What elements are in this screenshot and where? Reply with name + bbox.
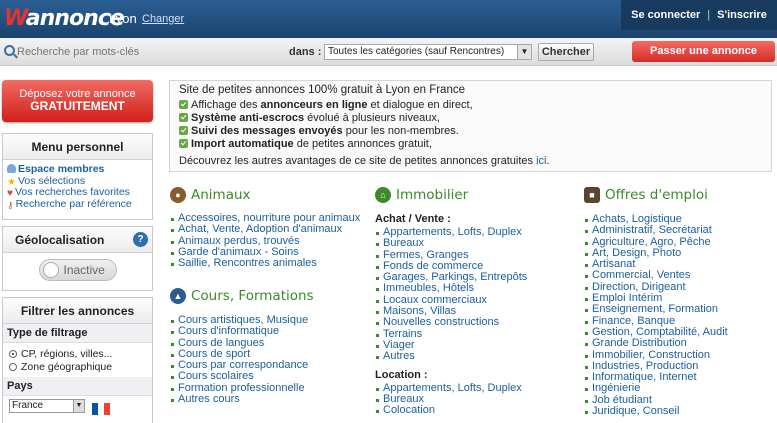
check-icon — [179, 113, 188, 122]
category-select[interactable]: Toutes les catégories (sauf Rencontres) … — [324, 44, 532, 60]
change-city-link[interactable]: Changer — [142, 13, 184, 25]
toggle-knob — [42, 262, 59, 278]
category-select-value: Toutes les catégories (sauf Rencontres) — [328, 46, 505, 57]
signup-link[interactable]: S'inscrire — [717, 9, 767, 21]
intro-item: Import automatique de petites annonces g… — [179, 138, 771, 151]
filter-option-cp[interactable]: CP, régions, villes... — [3, 346, 152, 360]
deposit-ad-line2: GRATUITEMENT — [30, 99, 125, 113]
current-city: Lyon — [109, 11, 137, 26]
search-button[interactable]: Chercher — [538, 43, 594, 61]
post-ad-button[interactable]: Passer une annonce gratuite — [632, 41, 775, 78]
radio-button[interactable] — [9, 350, 17, 358]
user-icon — [7, 164, 16, 173]
top-bar: Wannonce Lyon Changer Se connecter | S'i… — [0, 0, 777, 38]
list-item[interactable]: Autres — [375, 350, 565, 362]
geolocation-box: Géolocalisation ? Inactive — [2, 226, 153, 291]
check-icon — [179, 100, 188, 109]
chevron-down-icon: ▼ — [517, 45, 531, 59]
country-row: France ▼ — [3, 399, 152, 419]
check-icon — [179, 126, 188, 135]
intro-box: Site de petites annonces 100% gratuit à … — [169, 80, 772, 172]
radio-button[interactable] — [9, 363, 17, 371]
list-item[interactable]: Autres cours — [170, 393, 360, 405]
emploi-list: Achats, Logistique Administratif, Secrét… — [584, 213, 774, 417]
list-item[interactable]: Saillie, Rencontres animales — [170, 257, 360, 269]
category-title-immobilier[interactable]: Immobilier — [396, 187, 468, 203]
immobilier-rent-list: Appartements, Lofts, Duplex Bureaux Colo… — [375, 382, 565, 417]
menu-item-members[interactable]: Espace membres — [7, 164, 152, 175]
personal-menu: Menu personnel Espace membres ★ Vos sélec… — [2, 133, 153, 220]
cours-list: Cours artistiques, Musique Cours d'infor… — [170, 314, 360, 405]
geolocation-header: Géolocalisation ? — [3, 227, 152, 253]
geolocation-toggle[interactable]: Inactive — [38, 259, 117, 281]
list-item[interactable]: Colocation — [375, 404, 565, 416]
category-cours: ▲ Cours, Formations Cours artistiques, M… — [170, 286, 360, 405]
search-icon — [4, 45, 15, 56]
toggle-label: Inactive — [63, 263, 105, 277]
intro-item: Affichage des annonceurs en ligne et dia… — [179, 99, 771, 112]
account-links: Se connecter | S'inscrire — [621, 0, 777, 30]
paw-icon: ● — [170, 187, 186, 203]
check-icon — [179, 139, 188, 148]
site-logo[interactable]: Wannonce — [4, 6, 125, 31]
filter-type-label: Type de filtrage — [3, 324, 152, 343]
animaux-list: Accessoires, nourriture pour animaux Ach… — [170, 212, 360, 269]
france-flag-icon — [92, 403, 110, 415]
category-title-emploi[interactable]: Offres d'emploi — [605, 187, 708, 203]
category-immobilier: ⌂ Immobilier Achat / Vente : Appartement… — [375, 185, 565, 416]
list-item[interactable]: Achat, Vente, Adoption d'animaux — [170, 223, 360, 235]
immobilier-subhead-rent: Location : — [375, 368, 428, 381]
chevron-down-icon: ▼ — [73, 400, 84, 412]
category-title-cours[interactable]: Cours, Formations — [191, 288, 314, 304]
login-link[interactable]: Se connecter — [631, 9, 700, 21]
immobilier-subhead-sale: Achat / Vente : — [375, 213, 451, 225]
list-item[interactable]: Administratif, Secrétariat — [584, 224, 774, 236]
key-icon: ⚷ — [7, 199, 14, 210]
country-label: Pays — [3, 377, 152, 396]
category-title-animaux[interactable]: Animaux — [191, 187, 251, 203]
country-value: France — [12, 400, 44, 411]
personal-menu-title: Menu personnel — [3, 134, 152, 160]
list-item[interactable]: Cours d'informatique — [170, 325, 360, 337]
intro-more-link[interactable]: ici — [536, 155, 546, 167]
category-label: dans : — [289, 46, 322, 58]
house-icon: ⌂ — [375, 187, 391, 203]
help-icon[interactable]: ? — [133, 232, 148, 247]
menu-item-selections[interactable]: ★ Vos sélections — [7, 175, 152, 188]
list-item[interactable]: Bureaux — [375, 237, 565, 249]
intro-item: Système anti-escrocs évolué à plusieurs … — [179, 112, 771, 125]
filter-option-zone[interactable]: Zone géographique — [3, 359, 152, 373]
geolocation-title: Géolocalisation — [15, 233, 105, 247]
immobilier-sale-list: Appartements, Lofts, Duplex Bureaux Ferm… — [375, 226, 565, 363]
intro-title: Site de petites annonces 100% gratuit à … — [179, 84, 465, 96]
category-animaux: ● Animaux Accessoires, nourriture pour a… — [170, 185, 360, 269]
list-item[interactable]: Nouvelles constructions — [375, 317, 565, 328]
filter-title: Filtrer les annonces — [3, 298, 152, 324]
deposit-ad-button[interactable]: Déposez votre annonce GRATUITEMENT — [2, 80, 153, 122]
filter-box: Filtrer les annonces Type de filtrage CP… — [2, 297, 153, 423]
graduation-cap-icon: ▲ — [170, 288, 186, 304]
intro-footer: Découvrez les autres avantages de ce sit… — [179, 155, 550, 167]
list-item[interactable]: Enseignement, Formation — [584, 304, 774, 315]
search-input[interactable] — [17, 43, 279, 61]
list-item[interactable]: Juridique, Conseil — [584, 405, 774, 417]
country-select[interactable]: France ▼ — [9, 399, 85, 413]
separator: | — [707, 9, 711, 21]
intro-item: Suivi des messages envoyés pour les non-… — [179, 125, 771, 138]
menu-item-reference[interactable]: ⚷ Recherche par référence — [7, 198, 152, 210]
heart-icon: ♥ — [7, 188, 13, 199]
briefcase-icon: ■ — [584, 187, 600, 203]
list-item[interactable]: Grande Distribution — [584, 337, 774, 349]
menu-item-favorites[interactable]: ♥ Vos recherches favorites — [7, 187, 152, 200]
category-emploi: ■ Offres d'emploi Achats, Logistique Adm… — [584, 185, 774, 417]
